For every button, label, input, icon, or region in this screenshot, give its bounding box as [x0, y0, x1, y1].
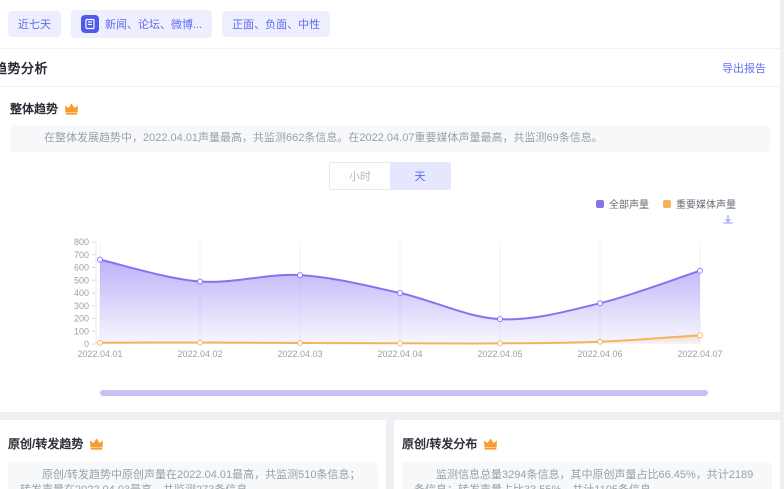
- crown-icon: [64, 102, 79, 115]
- crown-icon: [483, 437, 498, 450]
- chart-toolbox: [0, 211, 780, 231]
- svg-text:300: 300: [74, 301, 89, 311]
- svg-text:600: 600: [74, 263, 89, 273]
- card-distribution-summary: 监测信息总量3294条信息，其中原创声量占比66.45%，共计2189条信息；转…: [402, 462, 772, 489]
- legend-marker-media: [663, 200, 671, 208]
- media-source-icon: [81, 15, 99, 33]
- datazoom-slider[interactable]: [100, 390, 708, 396]
- svg-text:800: 800: [74, 237, 89, 247]
- card-original-repost-trend: 原创/转发趋势 原创/转发趋势中原创声量在2022.04.01最高，共监测510…: [0, 420, 386, 489]
- svg-text:2022.04.07: 2022.04.07: [677, 349, 722, 359]
- granularity-day-button[interactable]: 天: [390, 163, 450, 189]
- legend-marker-total: [596, 200, 604, 208]
- page-title: 趋势分析: [0, 58, 48, 77]
- overall-trend-summary: 在整体发展趋势中，2022.04.01声量最高，共监测662条信息。在2022.…: [10, 125, 770, 152]
- granularity-toggle: 小时 天: [0, 162, 780, 190]
- filter-sources[interactable]: 新闻、论坛、微博...: [71, 10, 212, 38]
- svg-text:200: 200: [74, 314, 89, 324]
- filter-time-range-label: 近七天: [18, 16, 51, 32]
- crown-icon: [89, 437, 104, 450]
- svg-text:2022.04.03: 2022.04.03: [277, 349, 322, 359]
- overall-trend-chart: 800 700 600 500 400 300 200 100 02022.04.01 2022.…: [0, 231, 780, 396]
- granularity-hour-button[interactable]: 小时: [330, 163, 390, 189]
- filter-sources-label: 新闻、论坛、微博...: [105, 16, 202, 32]
- legend-item-media-volume[interactable]: 重要媒体声量: [663, 196, 736, 211]
- panel-header: 趋势分析 导出报告: [0, 49, 780, 87]
- card-trend-summary: 原创/转发趋势中原创声量在2022.04.01最高，共监测510条信息；转发声量…: [8, 462, 378, 489]
- svg-text:2022.04.02: 2022.04.02: [177, 349, 222, 359]
- card-distribution-title: 原创/转发分布: [402, 435, 477, 452]
- card-trend-title: 原创/转发趋势: [8, 435, 83, 452]
- page: 近七天 新闻、论坛、微博... 正面、负面、中性 趋势分析 导出报告 整体趋势 …: [0, 0, 780, 489]
- legend-label-media: 重要媒体声量: [676, 196, 736, 211]
- svg-text:500: 500: [74, 275, 89, 285]
- overall-trend-title: 整体趋势: [10, 100, 58, 117]
- trend-analysis-panel: 趋势分析 导出报告 整体趋势 在整体发展趋势中，2022.04.01声量最高，共…: [0, 49, 780, 412]
- export-report-link[interactable]: 导出报告: [722, 60, 766, 76]
- chart-legend: 全部声量 重要媒体声量: [0, 190, 780, 211]
- filter-bar: 近七天 新闻、论坛、微博... 正面、负面、中性: [0, 0, 780, 49]
- svg-text:400: 400: [74, 288, 89, 298]
- overall-trend-header: 整体趋势: [0, 87, 780, 125]
- svg-text:0: 0: [84, 339, 89, 349]
- filter-time-range[interactable]: 近七天: [8, 11, 61, 37]
- save-image-icon[interactable]: [722, 213, 734, 231]
- legend-label-total: 全部声量: [609, 196, 649, 211]
- bottom-cards-row: 原创/转发趋势 原创/转发趋势中原创声量在2022.04.01最高，共监测510…: [0, 420, 780, 489]
- svg-text:2022.04.05: 2022.04.05: [477, 349, 522, 359]
- filter-sentiment[interactable]: 正面、负面、中性: [222, 11, 330, 37]
- svg-text:2022.04.06: 2022.04.06: [577, 349, 622, 359]
- svg-text:2022.04.01: 2022.04.01: [77, 349, 122, 359]
- trend-chart-canvas: 800 700 600 500 400 300 200 100 02022.04.01 2022.…: [0, 231, 780, 376]
- legend-item-total-volume[interactable]: 全部声量: [596, 196, 649, 211]
- card-original-repost-distribution: 原创/转发分布 监测信息总量3294条信息，其中原创声量占比66.45%，共计2…: [394, 420, 780, 489]
- svg-text:100: 100: [74, 326, 89, 336]
- svg-text:700: 700: [74, 250, 89, 260]
- svg-text:2022.04.04: 2022.04.04: [377, 349, 422, 359]
- filter-sentiment-label: 正面、负面、中性: [232, 16, 320, 32]
